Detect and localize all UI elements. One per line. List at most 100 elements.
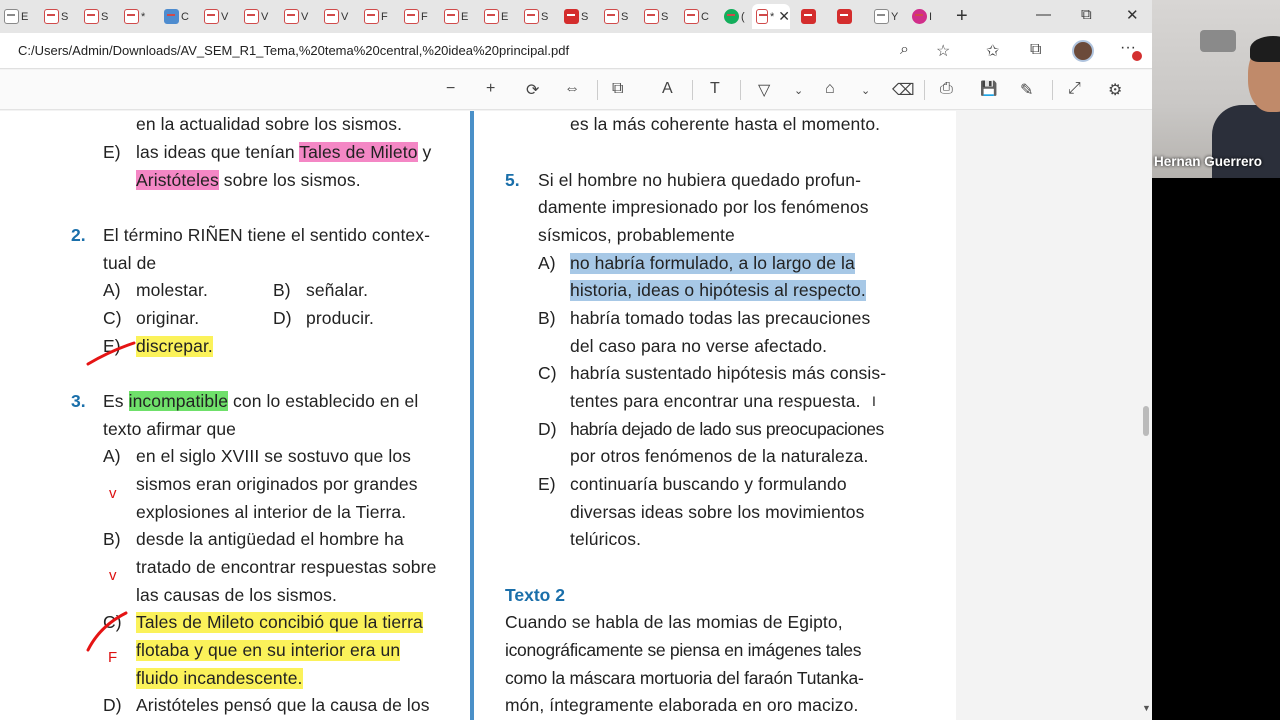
browser-tab[interactable]: F: [400, 4, 438, 29]
erase-icon[interactable]: ⌫: [892, 80, 915, 100]
text-selection[interactable]: no habría formulado, a lo largo de la: [570, 253, 855, 274]
background-object: [1200, 30, 1236, 52]
browser-tab[interactable]: Y: [870, 4, 908, 29]
pdf-icon: [4, 9, 19, 24]
save-icon[interactable]: 💾: [980, 80, 997, 97]
restore-button[interactable]: ⧉: [1081, 6, 1092, 23]
chevron-down-icon[interactable]: ⌄: [794, 84, 803, 97]
browser-tab[interactable]: *: [120, 4, 158, 29]
text-cursor-icon: I: [872, 393, 876, 409]
add-text-icon[interactable]: T: [710, 80, 720, 98]
draw-icon[interactable]: ▽: [758, 80, 770, 100]
tab-label: *: [769, 10, 775, 23]
option-text: telúricos.: [570, 529, 642, 549]
save-as-icon[interactable]: ✎: [1020, 80, 1033, 100]
page-view-icon[interactable]: ⧉: [612, 80, 623, 98]
pen-stroke: [86, 341, 136, 366]
browser-tab[interactable]: C: [160, 4, 198, 29]
browser-tab[interactable]: S: [560, 4, 598, 29]
scroll-down-arrow-icon[interactable]: ▼: [1142, 703, 1151, 713]
paragraph-line: iconográficamente se piensa en imágenes …: [505, 640, 862, 660]
browser-tab[interactable]: [833, 4, 871, 29]
text-selection[interactable]: historia, ideas o hipótesis al respecto.: [570, 280, 866, 301]
fit-page-icon[interactable]: ⇔: [564, 80, 580, 98]
pdf-icon: [44, 9, 59, 24]
close-window-button[interactable]: ✕: [1126, 6, 1139, 24]
browser-tab[interactable]: [797, 4, 835, 29]
favorite-add-icon[interactable]: ☆: [936, 41, 950, 61]
pdf-icon: [756, 9, 768, 24]
browser-tab[interactable]: S: [640, 4, 678, 29]
favorites-icon[interactable]: ✩: [986, 41, 999, 61]
question-text: Si el hombre no hubiera quedado profun-: [538, 170, 862, 190]
minimize-button[interactable]: —: [1036, 6, 1051, 23]
toolbar-divider: [1052, 80, 1053, 100]
browser-tab[interactable]: V: [240, 4, 278, 29]
option-letter: D): [538, 419, 557, 439]
browser-tab[interactable]: I: [908, 4, 946, 29]
pdf-icon: [801, 9, 816, 24]
option-text: diversas ideas sobre los movimientos: [570, 502, 865, 522]
browser-tab[interactable]: E: [0, 4, 38, 29]
browser-tab[interactable]: V: [320, 4, 358, 29]
browser-tab[interactable]: F: [360, 4, 398, 29]
zoom-in-icon[interactable]: +: [486, 80, 495, 98]
browser-tab[interactable]: S: [80, 4, 118, 29]
url-text[interactable]: C:/Users/Admin/Downloads/AV_SEM_R1_Tema,…: [18, 43, 569, 58]
paragraph-line: Cuando se habla de las momias de Egipto,: [505, 612, 843, 632]
browser-tab[interactable]: S: [520, 4, 558, 29]
profile-avatar[interactable]: [1072, 40, 1094, 62]
browser-tab[interactable]: V: [280, 4, 318, 29]
browser-window: E S S * C V V V V F F E E S S S S C(* ✕ Y I + — ⧉ ✕ C:/Users…: [0, 0, 1152, 720]
browser-tab[interactable]: E: [480, 4, 518, 29]
settings-icon[interactable]: ⚙: [1108, 80, 1122, 100]
tab-label: V: [221, 10, 229, 23]
option-letter: E): [538, 474, 556, 494]
zoom-out-icon[interactable]: −: [446, 80, 455, 98]
scrollbar-thumb[interactable]: [1143, 406, 1149, 436]
option-text: continuaría buscando y formulando: [570, 474, 847, 494]
new-tab-button[interactable]: +: [956, 5, 968, 28]
option-letter: B): [538, 308, 556, 328]
pdf-icon: [684, 9, 699, 24]
pdf-icon: [484, 9, 499, 24]
browser-tab[interactable]: * ✕: [752, 4, 790, 29]
browser-tab[interactable]: C: [680, 4, 718, 29]
pdf-icon: [404, 9, 419, 24]
read-aloud-icon[interactable]: A: [662, 80, 673, 98]
image-icon: [164, 9, 179, 24]
webcam-overlay: Hernan Guerrero: [1152, 0, 1280, 720]
question-text: sísmicos, probablemente: [538, 225, 735, 245]
pdf-viewer[interactable]: en la actualidad sobre los sismos. E) la…: [0, 111, 1152, 720]
paragraph-line: como la máscara mortuoria del faraón Tut…: [505, 668, 864, 688]
tab-label: *: [141, 10, 146, 23]
option-text: tentes para encontrar una respuesta.: [570, 391, 861, 411]
presenter-hair: [1250, 36, 1280, 62]
tab-label: S: [621, 10, 629, 23]
option-text: por otros fenómenos de la naturaleza.: [570, 446, 869, 466]
browser-tab[interactable]: S: [600, 4, 638, 29]
zoom-icon[interactable]: ⌕: [900, 41, 909, 59]
collections-icon[interactable]: ⧉: [1030, 41, 1041, 59]
tab-label: I: [929, 10, 933, 23]
highlight-icon[interactable]: ⌂: [825, 80, 835, 98]
tab-label: E: [501, 10, 509, 23]
browser-tab[interactable]: E: [440, 4, 478, 29]
browser-tab[interactable]: V: [200, 4, 238, 29]
pdf-icon: [324, 9, 339, 24]
rotate-icon[interactable]: ⟳: [526, 80, 539, 100]
browser-tab[interactable]: S: [40, 4, 78, 29]
chevron-down-icon[interactable]: ⌄: [861, 84, 870, 97]
option-text: habría sustentado hipótesis más consis-: [570, 363, 887, 383]
question-number: 5.: [505, 170, 520, 190]
print-icon[interactable]: ⎙: [940, 80, 953, 98]
close-tab-icon[interactable]: ✕: [778, 8, 790, 25]
pdf-icon: [244, 9, 259, 24]
pdf-toolbar: − + ⟳ ⇔ ⧉ A T ▽ ⌄ ⌂ ⌄ ⌫ ⎙ 💾 ✎ ⤢ ⚙: [0, 70, 1152, 110]
webcam-video: Hernan Guerrero: [1152, 0, 1280, 178]
fullscreen-icon[interactable]: ⤢: [1068, 80, 1081, 98]
option-text: habría tomado todas las precauciones: [570, 308, 871, 328]
pdf-icon: [204, 9, 219, 24]
pdf-icon: [604, 9, 619, 24]
tab-label: S: [581, 10, 589, 23]
